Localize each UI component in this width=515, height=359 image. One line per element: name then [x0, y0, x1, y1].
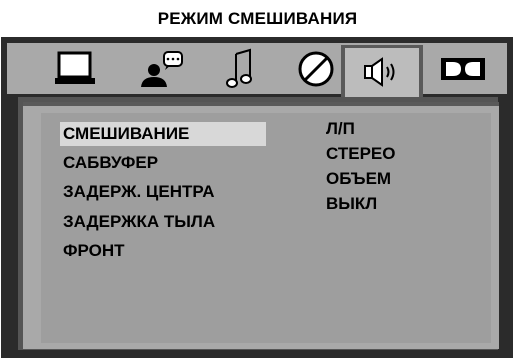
- option-stereo[interactable]: СТЕРЕО: [326, 143, 395, 165]
- tab-display[interactable]: [40, 43, 110, 94]
- page-title: РЕЖИМ СМЕШИВАНИЯ: [157, 9, 358, 28]
- menu-item-rear-delay[interactable]: ЗАДЕРЖКА ТЫЛА: [60, 210, 218, 234]
- speaker-icon: [362, 56, 402, 88]
- monitor-icon: [53, 50, 97, 88]
- music-note-icon: [224, 48, 256, 90]
- tab-dolby[interactable]: [428, 43, 498, 94]
- menu-item-center-delay[interactable]: ЗАДЕРЖ. ЦЕНТРА: [60, 180, 217, 204]
- person-speech-icon: [137, 50, 189, 88]
- tab-audio[interactable]: [205, 43, 275, 94]
- option-surround[interactable]: ОБЪЕМ: [326, 168, 391, 190]
- menu-item-mixing[interactable]: СМЕШИВАНИЕ: [60, 122, 266, 146]
- no-entry-icon: [296, 49, 336, 89]
- menu-item-front[interactable]: ФРОНТ: [60, 239, 128, 263]
- tab-language[interactable]: [128, 43, 198, 94]
- option-lr[interactable]: Л/П: [326, 118, 355, 140]
- dolby-icon: [439, 54, 487, 84]
- option-off[interactable]: ВЫКЛ: [326, 193, 377, 215]
- tab-speaker[interactable]: [341, 45, 423, 105]
- menu-item-subwoofer[interactable]: САБВУФЕР: [60, 151, 161, 175]
